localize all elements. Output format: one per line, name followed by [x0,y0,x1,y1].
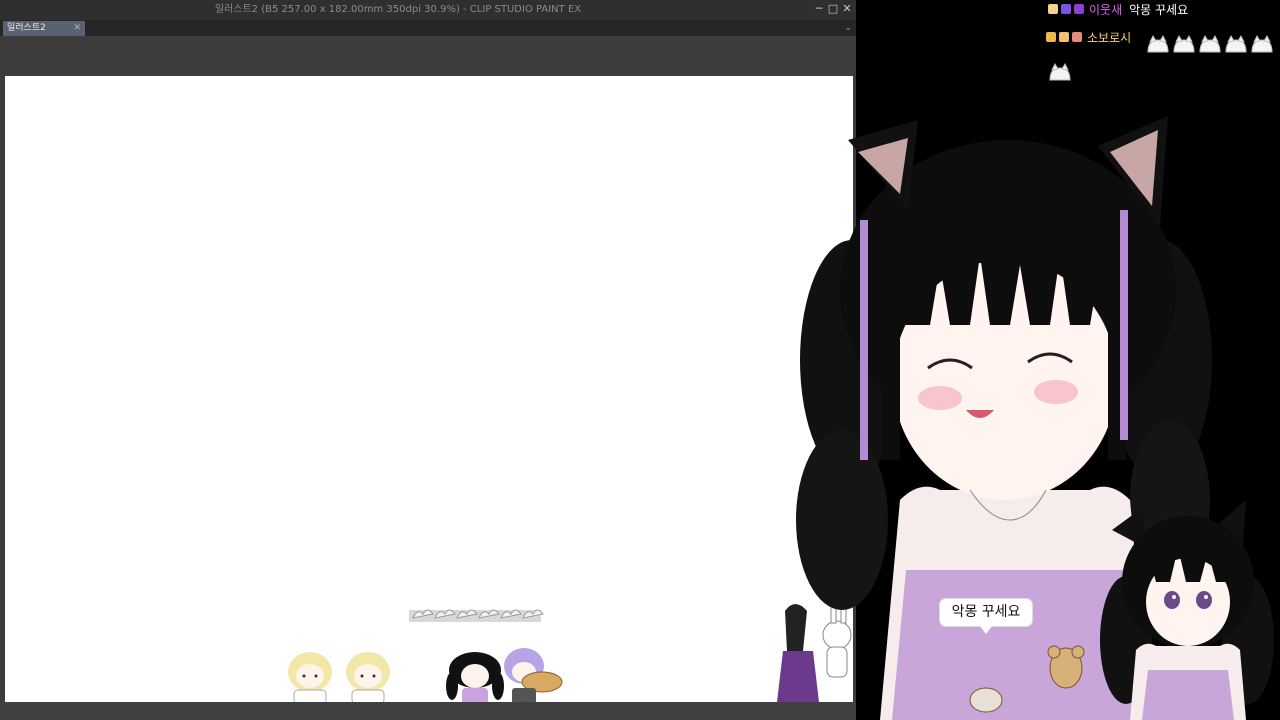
chibi-purple-hair-with-fish [504,648,563,704]
tab-label: 일러스트2 [7,23,46,33]
chibi-blonde-right [346,652,390,705]
chat-line: 이웃새 악몽 꾸세요 [1048,0,1188,18]
minimize-button[interactable]: ─ [812,2,826,16]
present-badge-icon [1072,32,1082,42]
gift-badge-icon [1059,32,1069,42]
crown-badge-icon [1046,32,1056,42]
status-bar [0,702,856,720]
chibi-blonde-left [288,652,332,705]
pin-badge-icon [1048,4,1058,14]
tab-close-icon[interactable]: ✕ [73,21,81,36]
chat-message: 악몽 꾸세요 [1129,2,1189,17]
maximize-button[interactable]: □ [826,2,840,16]
close-button[interactable]: ✕ [840,2,854,16]
speech-bubble-tail [980,626,992,634]
title-bar[interactable]: 일러스트2 (B5 257.00 x 182.00mm 350dpi 30.9%… [0,0,856,20]
chat-username: 이웃새 [1089,2,1123,17]
clip-studio-window: 일러스트2 (B5 257.00 x 182.00mm 350dpi 30.9%… [0,0,856,720]
chat-line: 소보로시 [1046,28,1131,46]
toolbar-area [0,36,856,76]
drawing-canvas[interactable] [5,76,853,705]
document-tab-bar: 일러스트2 ✕ ⌄ [0,20,856,36]
heart-badge-icon [1061,4,1071,14]
chat-username: 소보로시 [1087,30,1132,45]
cat-emote-icons [1147,34,1273,53]
speech-bubble: 악몽 꾸세요 [940,599,1032,626]
mini-vtuber-avatar [1100,500,1274,720]
cloud-doodles [409,609,544,622]
cat-emote-icon [1049,62,1071,81]
tab-menu-chevron-icon[interactable]: ⌄ [844,20,852,36]
window-title: 일러스트2 (B5 257.00 x 182.00mm 350dpi 30.9%… [214,4,582,15]
subscriber-badge-icon [1074,4,1084,14]
tab-illustration2[interactable]: 일러스트2 ✕ [3,21,85,36]
